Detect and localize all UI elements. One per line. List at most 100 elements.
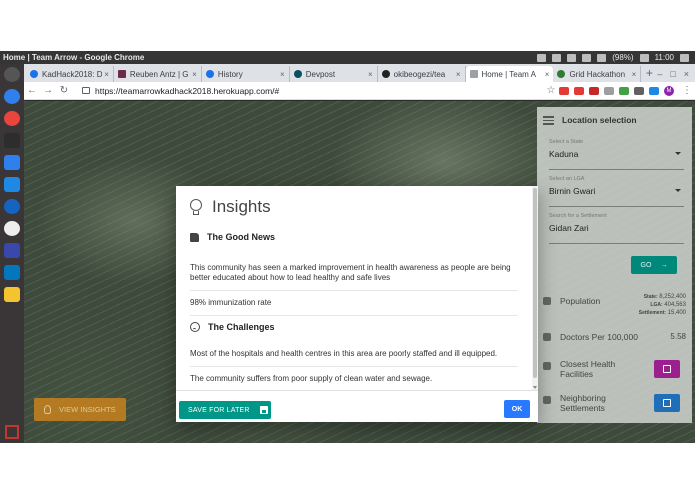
tab-devpost[interactable]: Devpost × <box>290 66 378 82</box>
bluetooth-icon[interactable] <box>552 53 562 62</box>
github-icon <box>381 70 390 78</box>
menu-kebab-icon[interactable]: ⋮ <box>679 85 695 96</box>
browser-app-icon[interactable] <box>4 89 20 104</box>
audio-app-icon[interactable] <box>4 199 20 214</box>
search-app-icon[interactable] <box>4 221 20 236</box>
desktop-screen: Home | Team Arrow - Google Chrome (98%) … <box>0 51 695 443</box>
close-icon[interactable]: × <box>545 70 550 79</box>
close-icon[interactable]: × <box>368 70 373 79</box>
reload-icon[interactable]: ↻ <box>56 85 72 96</box>
extension-icon[interactable] <box>634 86 644 95</box>
modal-scrollbar[interactable] <box>532 186 538 390</box>
new-tab-button[interactable]: + <box>641 66 657 82</box>
notes-app-icon[interactable] <box>4 287 20 302</box>
population-state-key: State: <box>643 294 658 300</box>
people-icon <box>543 297 551 305</box>
close-icon[interactable]: × <box>632 70 637 79</box>
url-text[interactable]: https://teamarrowkadhack2018.herokuapp.c… <box>95 86 279 96</box>
address-bar[interactable]: https://teamarrowkadhack2018.herokuapp.c… <box>78 84 537 97</box>
good-news-heading-text: The Good News <box>207 232 276 242</box>
clock[interactable]: 11:00 <box>655 53 674 62</box>
window-controls: – □ × <box>657 66 695 82</box>
save-for-later-button[interactable]: SAVE FOR LATER <box>179 401 271 419</box>
files-app-icon[interactable] <box>4 243 20 258</box>
tab-kadhack[interactable]: KadHack2018: D × <box>26 66 114 82</box>
trash-icon[interactable] <box>5 425 19 439</box>
open-neighboring-settlements-button[interactable] <box>654 394 680 412</box>
opera-icon[interactable] <box>589 86 599 95</box>
window-close-icon[interactable]: × <box>684 69 689 79</box>
insights-modal-body[interactable]: Insights The Good News This community ha… <box>176 186 532 390</box>
media-app-icon[interactable] <box>4 265 20 280</box>
volume-icon[interactable] <box>639 53 649 62</box>
neighbor-label-line1: Neighboring <box>560 393 606 403</box>
population-lga-value: 404,563 <box>664 302 686 308</box>
go-button[interactable]: GO → <box>631 256 677 274</box>
close-icon[interactable]: × <box>280 70 285 79</box>
forward-arrow-icon[interactable]: → <box>40 85 56 96</box>
modal-title-row: Insights <box>190 186 518 228</box>
code-editor-app-icon[interactable] <box>4 155 20 170</box>
page-icon <box>469 70 478 78</box>
extension-icon[interactable] <box>604 86 614 95</box>
walk-icon <box>543 396 551 404</box>
arrow-right-icon: → <box>660 261 668 269</box>
ok-button[interactable]: OK <box>504 400 530 418</box>
population-lga-key: LGA: <box>650 302 663 308</box>
system-monitor-app-icon[interactable] <box>4 177 20 192</box>
close-icon[interactable]: × <box>192 70 197 79</box>
tab-history[interactable]: History × <box>202 66 290 82</box>
tab-github[interactable]: okibeogezi/tea × <box>378 66 466 82</box>
close-icon[interactable]: × <box>104 70 109 79</box>
challenge-item: Most of the hospitals and health centres… <box>190 342 518 367</box>
health-facilities-label: Closest Health Facilities <box>560 359 615 379</box>
chrome-app-icon[interactable] <box>4 111 20 126</box>
sad-face-icon <box>190 322 200 332</box>
lock-icon <box>82 87 90 94</box>
population-settlement-value: 15,400 <box>667 310 686 316</box>
lga-label: Select an LGA <box>549 176 585 182</box>
terminal-app-icon[interactable] <box>4 133 20 148</box>
settlement-search-input[interactable]: Search for a Settlement Gidan Zari <box>549 207 684 244</box>
maximize-icon[interactable]: □ <box>670 69 675 79</box>
caret-down-icon <box>675 152 681 155</box>
battery-icon[interactable] <box>597 53 607 62</box>
health-label-line2: Facilities <box>560 369 594 379</box>
close-icon[interactable]: × <box>456 70 461 79</box>
keyboard-icon[interactable] <box>537 53 547 62</box>
battery-percent: (98%) <box>612 53 634 62</box>
wifi-icon[interactable] <box>582 53 592 62</box>
neighbor-label-line2: Settlements <box>560 403 605 413</box>
tab-favicon-icon <box>117 70 126 78</box>
tab-grid-hackathon[interactable]: Grid Hackathon × <box>553 66 642 82</box>
scrollbar-thumb[interactable] <box>533 188 537 378</box>
state-select[interactable]: Select a State Kaduna <box>549 133 684 170</box>
caret-down-icon <box>675 189 681 192</box>
view-insights-button[interactable]: VIEW INSIGHTS <box>34 398 126 421</box>
lga-select[interactable]: Select an LGA Birnin Gwari <box>549 170 684 207</box>
back-arrow-icon[interactable]: ← <box>24 85 40 96</box>
population-stat: Population State: 8,252,400 LGA: 404,563… <box>537 292 692 322</box>
minimize-icon[interactable]: – <box>657 69 662 79</box>
tab-label: Devpost <box>305 69 336 79</box>
modal-title: Insights <box>212 197 271 216</box>
adblock-icon[interactable] <box>574 86 584 95</box>
mail-icon[interactable] <box>567 53 577 62</box>
bookmark-star-icon[interactable]: ☆ <box>543 85 559 96</box>
tab-home-team-arrow[interactable]: Home | Team A × <box>465 66 554 82</box>
dash-home-icon[interactable] <box>4 67 20 82</box>
extension-icon[interactable] <box>559 86 569 95</box>
doctors-value: 5.58 <box>670 332 686 341</box>
extension-icon[interactable] <box>619 86 629 95</box>
scroll-down-arrow-icon[interactable] <box>533 386 537 389</box>
open-health-facilities-button[interactable] <box>654 360 680 378</box>
history-clock-icon <box>205 70 214 78</box>
tab-reuben-antz[interactable]: Reuben Antz | G × <box>114 66 202 82</box>
lga-value: Birnin Gwari <box>549 186 596 196</box>
extension-icon[interactable] <box>649 86 659 95</box>
open-in-new-icon <box>663 399 671 407</box>
settings-gear-icon[interactable] <box>680 53 689 62</box>
go-button-label: GO <box>640 261 652 269</box>
profile-avatar[interactable]: M <box>664 85 674 96</box>
view-insights-label: VIEW INSIGHTS <box>59 405 116 414</box>
